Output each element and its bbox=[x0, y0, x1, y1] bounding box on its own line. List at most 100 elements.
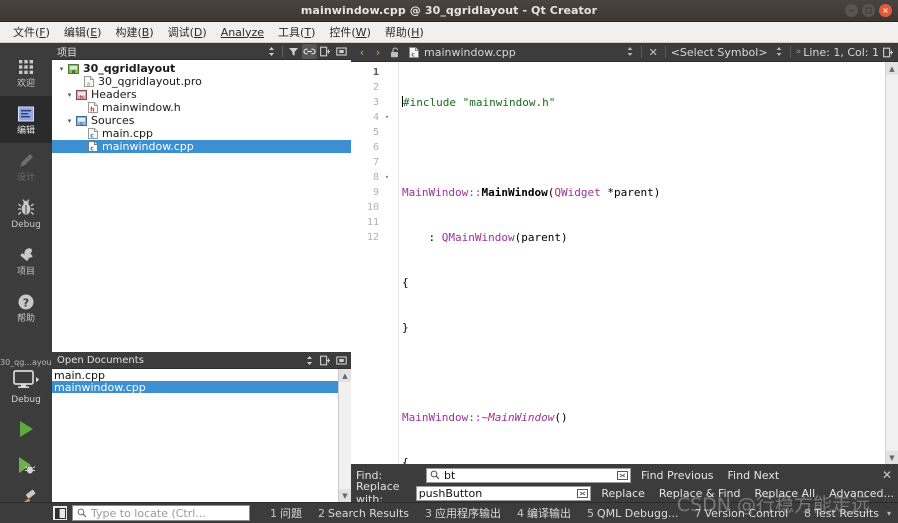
replace-all-button[interactable]: Replace All bbox=[755, 487, 816, 500]
pane-label: Version Control bbox=[704, 506, 789, 520]
menu-build[interactable]: 构建(B) bbox=[108, 22, 160, 42]
spin-icon[interactable] bbox=[302, 353, 317, 368]
debug-run-button[interactable] bbox=[0, 447, 52, 483]
menu-help-mnemonic: H bbox=[411, 26, 420, 39]
twisty-icon[interactable]: ▾ bbox=[64, 91, 75, 99]
output-pane-compile-output[interactable]: 4 编译输出 bbox=[509, 505, 579, 521]
menu-help[interactable]: 帮助(H) bbox=[378, 22, 431, 42]
locator-input[interactable] bbox=[91, 506, 246, 520]
h-file-icon: h bbox=[86, 102, 99, 113]
close-button[interactable] bbox=[879, 4, 892, 17]
sidebar-toggle-icon[interactable] bbox=[53, 506, 67, 520]
menu-widgets[interactable]: 控件(W) bbox=[322, 22, 377, 42]
split-icon[interactable] bbox=[318, 44, 333, 59]
open-documents-scrollbar[interactable]: ▲ ▼ bbox=[338, 369, 351, 502]
tree-row[interactable]: ▾ a 30_qgridlayout bbox=[52, 62, 351, 75]
tree-row[interactable]: ▾ c Sources bbox=[52, 114, 351, 127]
run-button[interactable] bbox=[0, 411, 52, 447]
mode-button-design[interactable]: 设计 bbox=[0, 143, 52, 190]
code-view[interactable]: 1 2 3 4 ▾ 5 6 7 8 ▾ 9 10 11 12 #include "m… bbox=[351, 62, 898, 464]
navigate-forward-icon[interactable]: › bbox=[371, 46, 385, 59]
replace-button[interactable]: Replace bbox=[601, 487, 645, 500]
tree-row[interactable]: c mainwindow.cpp bbox=[52, 140, 351, 153]
mode-button-edit[interactable]: 编辑 bbox=[0, 96, 52, 143]
open-documents-list[interactable]: main.cpp mainwindow.cpp ▲ ▼ bbox=[52, 369, 351, 502]
kit-selector[interactable]: Debug bbox=[11, 369, 41, 405]
output-pane-application-output[interactable]: 3 应用程序输出 bbox=[417, 505, 509, 521]
split-editor-icon[interactable] bbox=[881, 47, 896, 58]
replace-input-wrapper[interactable] bbox=[415, 485, 592, 501]
menu-debug[interactable]: 调试(D) bbox=[161, 22, 214, 42]
editor-file-tab[interactable]: c mainwindow.cpp bbox=[406, 46, 516, 59]
tree-row[interactable]: ▾ h Headers bbox=[52, 88, 351, 101]
svg-text:c: c bbox=[80, 121, 83, 126]
twisty-icon[interactable]: ▾ bbox=[64, 117, 75, 125]
mode-button-projects[interactable]: 项目 bbox=[0, 237, 52, 284]
menu-tools[interactable]: 工具(T) bbox=[271, 22, 322, 42]
replace-input[interactable] bbox=[418, 486, 574, 500]
editor-scrollbar[interactable]: ▲ ▼ bbox=[885, 62, 898, 464]
line-number-row: 3 bbox=[351, 95, 398, 110]
output-pane-search-results[interactable]: 2 Search Results bbox=[310, 507, 417, 520]
symbol-spinner-icon[interactable] bbox=[774, 46, 785, 59]
menu-analyze-label: Analyze bbox=[220, 25, 265, 39]
line-number-row: 4 ▾ bbox=[351, 110, 398, 125]
unlocked-icon[interactable] bbox=[387, 46, 402, 58]
close-panel-icon[interactable] bbox=[334, 353, 349, 368]
line-number-row: 8 ▾ bbox=[351, 170, 398, 185]
list-item[interactable]: mainwindow.cpp bbox=[52, 381, 351, 394]
scroll-up-arrow-icon[interactable]: ▲ bbox=[886, 62, 898, 75]
replace-and-find-button[interactable]: Replace & Find bbox=[659, 487, 741, 500]
close-find-bar-icon[interactable]: ✕ bbox=[882, 468, 892, 482]
menu-file[interactable]: 文件(F) bbox=[6, 22, 57, 42]
output-pane-issues[interactable]: 1 问题 bbox=[262, 505, 310, 521]
minimize-button[interactable] bbox=[845, 4, 858, 17]
file-selector-spinner-icon[interactable] bbox=[625, 46, 636, 59]
fold-marker[interactable]: ▾ bbox=[381, 110, 393, 125]
toolbar-separator bbox=[664, 46, 666, 58]
find-input-wrapper[interactable] bbox=[426, 467, 631, 483]
list-item[interactable]: main.cpp bbox=[52, 369, 351, 382]
line-number: 6 bbox=[372, 142, 379, 153]
collapse-output-pane-icon[interactable]: ▾ bbox=[887, 509, 891, 518]
locator-input-wrapper[interactable] bbox=[72, 505, 250, 521]
tree-row[interactable]: h mainwindow.h bbox=[52, 101, 351, 114]
scroll-up-arrow-icon[interactable]: ▲ bbox=[339, 369, 351, 382]
filter-icon[interactable] bbox=[286, 44, 301, 59]
output-pane-test-results[interactable]: 8 Test Results bbox=[796, 507, 887, 520]
advanced-button[interactable]: Advanced... bbox=[829, 487, 894, 500]
status-bar: 1 问题 2 Search Results 3 应用程序输出 4 编译输出 5 … bbox=[0, 502, 898, 523]
fold-marker[interactable]: ▾ bbox=[381, 170, 393, 185]
sync-icon[interactable] bbox=[302, 43, 317, 59]
output-pane-qml-debugger[interactable]: 5 QML Debugg... bbox=[579, 507, 686, 520]
scroll-down-arrow-icon[interactable]: ▼ bbox=[339, 489, 351, 502]
navigate-back-icon[interactable]: ‹ bbox=[355, 46, 369, 59]
clear-field-icon[interactable] bbox=[616, 470, 628, 481]
mode-button-help[interactable]: ? 帮助 bbox=[0, 284, 52, 331]
find-next-button[interactable]: Find Next bbox=[728, 469, 780, 482]
tree-row[interactable]: a 30_qgridlayout.pro bbox=[52, 75, 351, 88]
mode-button-debug[interactable]: Debug bbox=[0, 190, 52, 237]
twisty-icon[interactable]: ▾ bbox=[56, 65, 67, 73]
svg-text:h: h bbox=[80, 95, 83, 100]
maximize-button[interactable] bbox=[862, 4, 875, 17]
mode-button-welcome[interactable]: 欢迎 bbox=[0, 49, 52, 96]
menu-analyze[interactable]: Analyze bbox=[214, 24, 271, 41]
clear-field-icon[interactable] bbox=[576, 488, 588, 499]
close-document-icon[interactable]: ✕ bbox=[647, 46, 660, 59]
scroll-down-arrow-icon[interactable]: ▼ bbox=[886, 451, 898, 464]
spin-icon[interactable] bbox=[264, 44, 279, 59]
find-replace-bar: Find: Find Previous Fi bbox=[351, 464, 898, 506]
line-number: 11 bbox=[366, 217, 379, 228]
split-icon[interactable] bbox=[318, 353, 333, 368]
code-text[interactable]: #include "mainwindow.h" MainWindow::Main… bbox=[399, 62, 885, 464]
tree-row[interactable]: c main.cpp bbox=[52, 127, 351, 140]
close-panel-icon[interactable] bbox=[334, 44, 349, 59]
output-pane-version-control[interactable]: 7 Version Control bbox=[686, 507, 796, 520]
find-input[interactable] bbox=[444, 468, 613, 482]
menu-edit[interactable]: 编辑(E) bbox=[57, 22, 109, 42]
base-class-args: (parent) bbox=[514, 231, 568, 244]
mode-label-projects: 项目 bbox=[16, 267, 35, 277]
find-previous-button[interactable]: Find Previous bbox=[641, 469, 714, 482]
symbol-selector[interactable]: <Select Symbol> bbox=[671, 46, 768, 59]
